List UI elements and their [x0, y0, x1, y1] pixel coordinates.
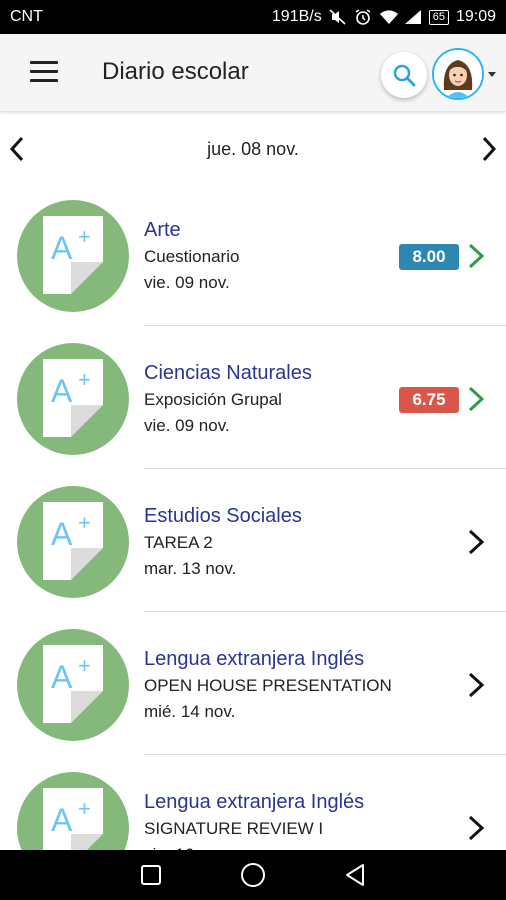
battery-indicator: 65	[428, 9, 449, 25]
list-item[interactable]: A + Arte Cuestionario vie. 09 nov. 8.00	[0, 183, 506, 326]
chevron-right-icon[interactable]	[464, 670, 488, 700]
grade-a-plus-icon: A +	[43, 216, 103, 294]
home-circle-icon	[241, 863, 265, 887]
chevron-right-icon[interactable]	[464, 241, 488, 271]
subject-name: Arte	[144, 219, 181, 241]
due-date: vie. 09 nov.	[144, 273, 230, 292]
list-item[interactable]: A + Estudios Sociales TAREA 2 mar. 13 no…	[0, 469, 506, 612]
score-badge: 6.75	[399, 387, 459, 413]
grade-a-plus-icon: A +	[43, 502, 103, 580]
list-item[interactable]: A + Ciencias Naturales Exposición Grupal…	[0, 326, 506, 469]
signal-icon	[404, 9, 422, 25]
assignment-list: A + Arte Cuestionario vie. 09 nov. 8.00 …	[0, 183, 506, 898]
system-nav-bar	[0, 850, 506, 900]
list-item[interactable]: A + Lengua extranjera Inglés OPEN HOUSE …	[0, 612, 506, 755]
menu-button[interactable]	[30, 61, 58, 83]
profile-menu[interactable]	[432, 48, 496, 102]
caret-down-icon	[488, 72, 496, 77]
chevron-right-icon[interactable]	[464, 527, 488, 557]
recents-square-icon	[141, 865, 161, 885]
status-bar: CNT 191B/s 65 19:09	[0, 0, 506, 34]
subject-name: Estudios Sociales	[144, 505, 302, 527]
task-title: TAREA 2	[144, 533, 213, 552]
clock: 19:09	[455, 8, 496, 25]
back-button[interactable]	[340, 860, 370, 890]
hamburger-icon	[30, 61, 58, 64]
carrier-label: CNT	[10, 8, 43, 25]
mute-icon	[329, 9, 347, 25]
subject-name: Ciencias Naturales	[144, 362, 312, 384]
subject-name: Lengua extranjera Inglés	[144, 791, 365, 813]
alarm-icon	[354, 9, 372, 25]
app-bar: Diario escolar	[0, 34, 506, 112]
subject-name: Lengua extranjera Inglés	[144, 648, 365, 670]
status-icons: 191B/s 65 19:09	[272, 8, 496, 26]
task-title: Cuestionario	[144, 247, 240, 266]
date-navigator: jue. 08 nov.	[0, 122, 506, 176]
search-button[interactable]	[381, 52, 427, 98]
page-title: Diario escolar	[102, 58, 249, 85]
score-badge: 8.00	[399, 244, 459, 270]
subject-avatar: A +	[17, 200, 129, 312]
chevron-right-icon[interactable]	[464, 384, 488, 414]
due-date: mié. 14 nov.	[144, 702, 236, 721]
subject-avatar: A +	[17, 486, 129, 598]
task-title: SIGNATURE REVIEW I	[144, 819, 324, 838]
network-speed: 191B/s	[271, 8, 322, 25]
next-day-button[interactable]	[474, 134, 504, 164]
due-date: mar. 13 nov.	[144, 559, 237, 578]
task-title: Exposición Grupal	[144, 390, 282, 409]
search-icon	[393, 64, 416, 87]
wifi-icon	[379, 9, 398, 25]
subject-avatar: A +	[17, 343, 129, 455]
avatar	[432, 48, 484, 100]
current-date: jue. 08 nov.	[207, 139, 299, 159]
chevron-right-icon	[482, 136, 497, 162]
due-date: vie. 09 nov.	[144, 416, 230, 435]
back-triangle-icon	[346, 864, 364, 886]
grade-a-plus-icon: A +	[43, 359, 103, 437]
task-title: OPEN HOUSE PRESENTATION	[144, 676, 392, 695]
chevron-right-icon[interactable]	[464, 813, 488, 843]
home-button[interactable]	[238, 860, 268, 890]
recents-button[interactable]	[136, 860, 166, 890]
grade-a-plus-icon: A +	[43, 645, 103, 723]
subject-avatar: A +	[17, 629, 129, 741]
